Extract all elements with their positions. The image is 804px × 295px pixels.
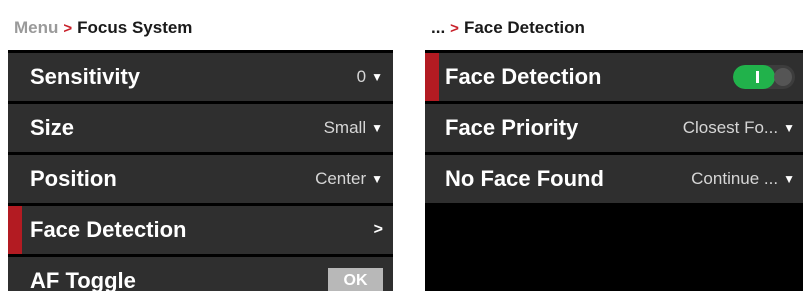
caret-down-icon: ▼: [371, 121, 383, 135]
breadcrumb-current: Focus System: [77, 18, 193, 37]
menu-item-label: Face Detection: [445, 64, 602, 89]
dropdown-value: Small: [323, 118, 367, 137]
toggle-on-fill: [733, 65, 775, 89]
breadcrumb-current: Face Detection: [463, 18, 585, 37]
face-detection-menu-panel: ... > Face Detection Face Detection Face…: [425, 6, 803, 291]
face-detection-toggle[interactable]: [733, 65, 795, 89]
chevron-right-icon: >: [373, 221, 383, 238]
caret-down-icon: ▼: [371, 172, 383, 186]
menu-item-label: Face Priority: [445, 115, 579, 140]
menu-item-label: Position: [30, 166, 117, 191]
breadcrumb: ... > Face Detection: [425, 6, 803, 50]
caret-down-icon: ▼: [371, 70, 383, 84]
breadcrumb-separator-icon: >: [63, 19, 73, 37]
dropdown-value: Continue ...: [691, 169, 779, 188]
caret-down-icon: ▼: [783, 121, 795, 135]
focus-system-menu-panel: Menu > Focus System Sensitivity 0 ▼ Size…: [8, 6, 393, 291]
dropdown-value: 0: [356, 67, 367, 86]
menu-item-position[interactable]: Position Center ▼: [8, 155, 393, 203]
sensitivity-dropdown[interactable]: 0 ▼: [357, 67, 383, 87]
dropdown-value: Closest Fo...: [682, 118, 779, 137]
no-face-found-dropdown[interactable]: Continue ... ▼: [691, 169, 795, 189]
menu-item-face-detection-toggle[interactable]: Face Detection: [425, 53, 803, 101]
menu-item-label: Face Detection: [30, 217, 187, 242]
menu-item-label: Size: [30, 115, 75, 140]
menu-item-face-priority[interactable]: Face Priority Closest Fo... ▼: [425, 104, 803, 152]
menu-item-af-toggle[interactable]: AF Toggle OK: [8, 257, 393, 291]
menu-item-label: Sensitivity: [30, 64, 141, 89]
menu-item-label: No Face Found: [445, 166, 604, 191]
af-toggle-ok-button[interactable]: OK: [328, 268, 383, 291]
dropdown-value: Center: [315, 169, 367, 188]
caret-down-icon: ▼: [783, 172, 795, 186]
toggle-on-icon: [756, 71, 759, 83]
menu-item-size[interactable]: Size Small ▼: [8, 104, 393, 152]
position-dropdown[interactable]: Center ▼: [315, 169, 383, 189]
breadcrumb: Menu > Focus System: [8, 6, 393, 50]
breadcrumb-root[interactable]: Menu: [14, 18, 58, 38]
menu-item-no-face-found[interactable]: No Face Found Continue ... ▼: [425, 155, 803, 203]
face-priority-dropdown[interactable]: Closest Fo... ▼: [683, 118, 795, 138]
breadcrumb-root[interactable]: ...: [431, 18, 445, 38]
menu-item-face-detection[interactable]: Face Detection >: [8, 206, 393, 254]
size-dropdown[interactable]: Small ▼: [324, 118, 383, 138]
menu-item-label: AF Toggle: [30, 268, 136, 291]
menu-item-sensitivity[interactable]: Sensitivity 0 ▼: [8, 53, 393, 101]
toggle-knob: [774, 68, 792, 86]
breadcrumb-separator-icon: >: [450, 19, 459, 37]
